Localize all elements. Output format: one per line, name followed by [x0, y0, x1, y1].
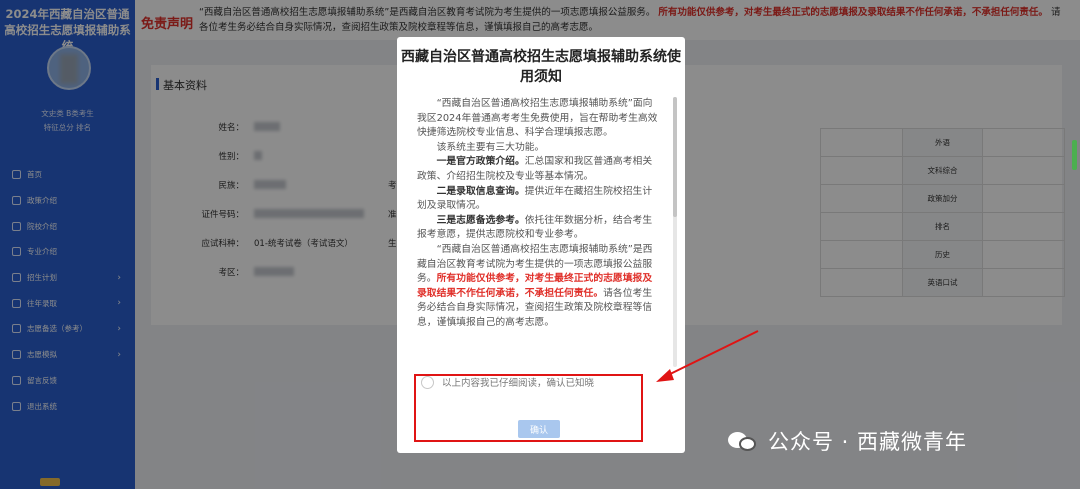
watermark: 公众号 · 西藏微青年: [728, 426, 967, 456]
modal-para-f3: 三是志愿备选参考。依托往年数据分析，结合考生报考意愿，提供志愿院校和专业参考。: [417, 214, 661, 243]
f1-title: 一是官方政策介绍。: [436, 156, 525, 168]
modal-body: “西藏自治区普通高校招生志愿填报辅助系统”面向我区2024年普通高考考生免费使用…: [417, 97, 661, 331]
annotation-arrow-icon: [656, 330, 759, 382]
modal-para-disclaimer: “西藏自治区普通高校招生志愿填报辅助系统”是西藏自治区教育考试院为考生提供的一项…: [417, 243, 661, 331]
modal-para-intro: “西藏自治区普通高校招生志愿填报辅助系统”面向我区2024年普通高考考生免费使用…: [417, 98, 658, 139]
f3-title: 三是志愿备选参考。: [436, 214, 525, 226]
modal-para-functions: 该系统主要有三大功能。: [436, 141, 545, 153]
scrollbar-thumb[interactable]: [673, 97, 677, 217]
watermark-text: 公众号 · 西藏微青年: [768, 430, 968, 454]
wechat-icon: [728, 428, 758, 454]
modal-para-f2: 二是录取信息查询。提供近年在藏招生院校招生计划及录取情况。: [417, 185, 661, 214]
f2-title: 二是录取信息查询。: [436, 185, 525, 197]
modal-para-f1: 一是官方政策介绍。汇总国家和我区普通高考相关政策、介绍招生院校及专业等基本情况。: [417, 155, 661, 184]
page-scrollbar[interactable]: [1072, 140, 1077, 170]
highlight-box: [414, 374, 643, 442]
modal-title: 西藏自治区普通高校招生志愿填报辅助系统使用须知: [401, 49, 681, 85]
